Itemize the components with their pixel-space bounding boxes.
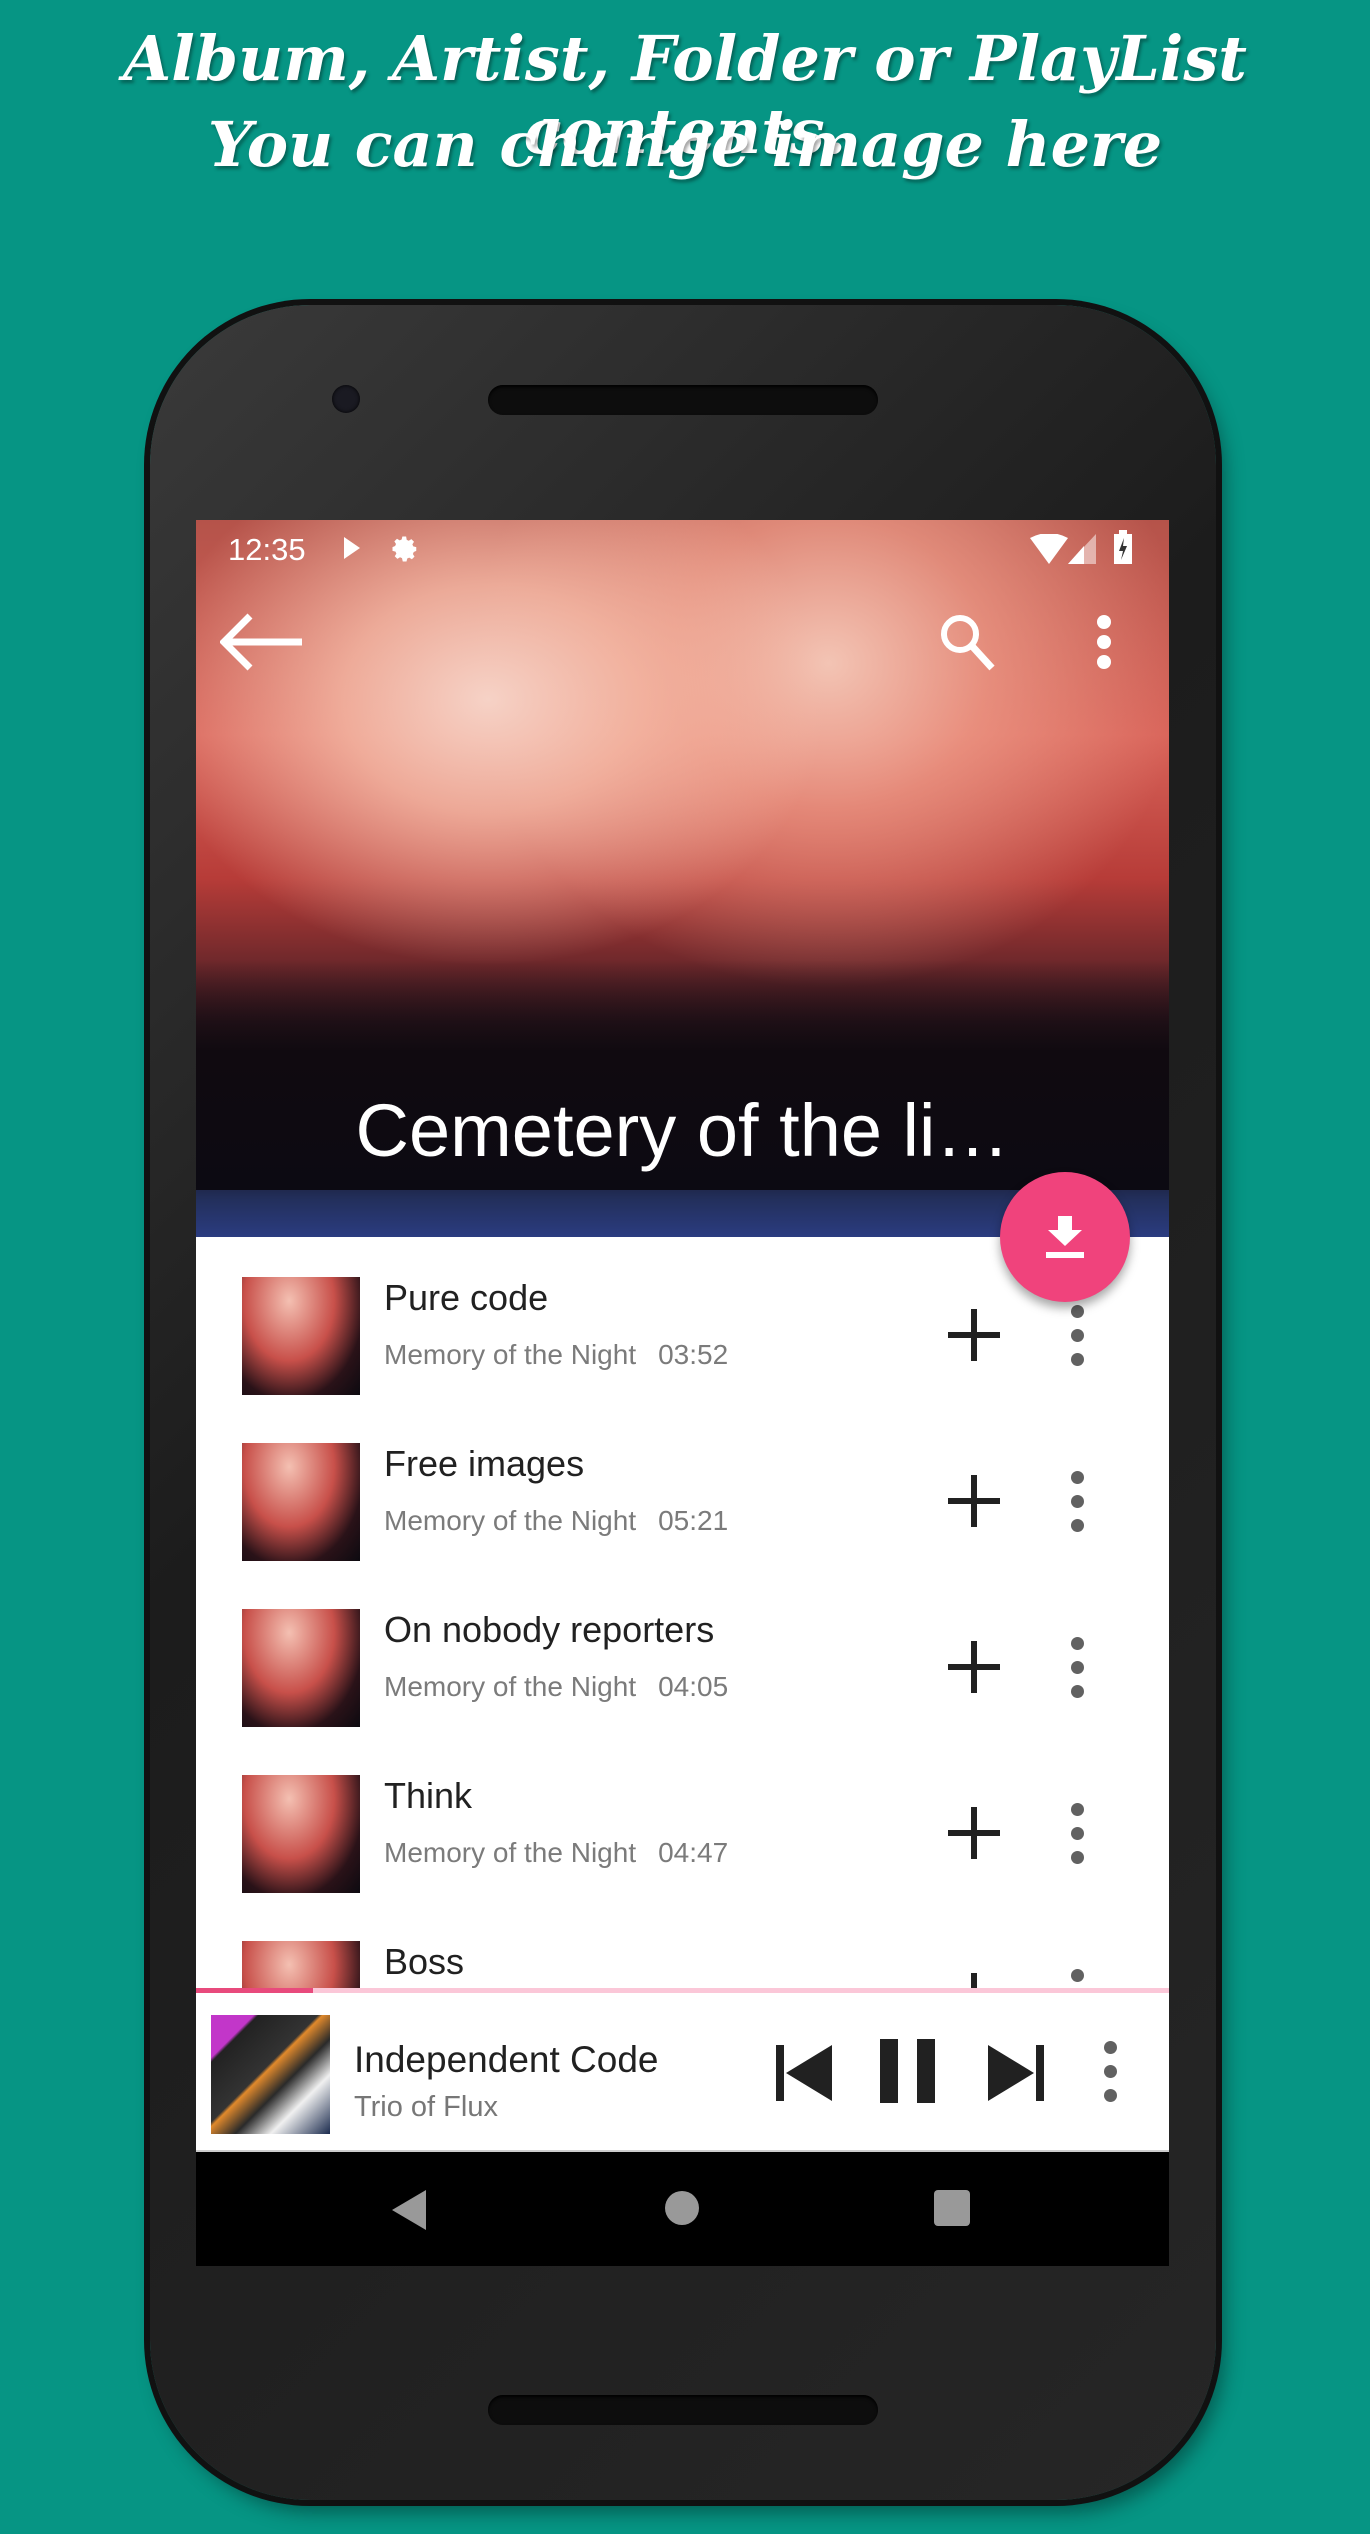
screen: 12:35 Cemetery of the li… Pure code Memo…	[196, 520, 1169, 2266]
track-row[interactable]: Think Memory of the Night 04:47	[196, 1755, 1169, 1921]
track-title: Think	[384, 1775, 473, 1816]
play-icon	[344, 537, 360, 559]
status-time: 12:35	[228, 532, 306, 567]
more-vert-icon[interactable]	[1104, 2041, 1118, 2103]
track-thumbnail	[242, 1609, 360, 1727]
gear-icon	[392, 536, 417, 562]
back-arrow-icon[interactable]	[220, 612, 304, 672]
track-duration: 03:52	[658, 1339, 729, 1370]
nav-back-icon[interactable]	[392, 2190, 428, 2230]
track-title: Boss	[384, 1941, 465, 1982]
download-button[interactable]	[1000, 1172, 1130, 1302]
battery-charging-icon	[1114, 530, 1132, 564]
add-icon[interactable]	[948, 1641, 1000, 1693]
more-vert-icon[interactable]	[1071, 1305, 1085, 1367]
track-subtitle: Memory of the Night 04:47	[384, 1837, 728, 1869]
more-vert-icon[interactable]	[1071, 1803, 1085, 1865]
track-artist: Memory of the Night	[384, 1837, 637, 1868]
nav-home-icon[interactable]	[664, 2190, 700, 2226]
add-icon[interactable]	[948, 1475, 1000, 1527]
add-icon[interactable]	[948, 1807, 1000, 1859]
mini-player[interactable]: Independent Code Trio of Flux	[196, 1993, 1169, 2152]
more-vert-icon[interactable]	[1096, 614, 1112, 670]
status-bar: 12:35	[196, 520, 1169, 576]
skip-next-icon[interactable]	[988, 2045, 1044, 2101]
search-icon[interactable]	[938, 612, 998, 672]
skip-previous-icon[interactable]	[776, 2045, 832, 2101]
track-title: Pure code	[384, 1277, 549, 1318]
track-subtitle: Memory of the Night 03:52	[384, 1339, 728, 1371]
track-duration: 04:05	[658, 1671, 729, 1702]
download-icon	[1046, 1216, 1084, 1258]
pause-icon[interactable]	[880, 2039, 936, 2103]
track-duration: 05:21	[658, 1505, 729, 1536]
header-image[interactable]: 12:35 Cemetery of the li…	[196, 520, 1169, 1237]
add-icon[interactable]	[948, 1309, 1000, 1361]
track-subtitle: Memory of the Night 05:21	[384, 1505, 728, 1537]
track-row[interactable]: Free images Memory of the Night 05:21	[196, 1423, 1169, 1589]
track-thumbnail	[242, 1443, 360, 1561]
more-vert-icon[interactable]	[1071, 1471, 1085, 1533]
wifi-icon	[1030, 534, 1068, 564]
navigation-bar	[196, 2152, 1169, 2266]
signal-icon	[1068, 534, 1096, 564]
nav-recents-icon[interactable]	[934, 2190, 970, 2226]
track-subtitle: Memory of the Night 04:05	[384, 1671, 728, 1703]
track-thumbnail	[242, 1277, 360, 1395]
top-speaker	[488, 385, 878, 415]
front-camera	[332, 385, 360, 413]
track-artist: Memory of the Night	[384, 1671, 637, 1702]
now-playing-title: Independent Code	[354, 2039, 659, 2080]
now-playing-artwork	[211, 2015, 330, 2134]
track-artist: Memory of the Night	[384, 1505, 637, 1536]
now-playing-artist: Trio of Flux	[354, 2091, 498, 2123]
bottom-speaker	[488, 2395, 878, 2425]
track-row[interactable]: On nobody reporters Memory of the Night 0…	[196, 1589, 1169, 1755]
track-title: Free images	[384, 1443, 585, 1484]
track-artist: Memory of the Night	[384, 1339, 637, 1370]
page-title: Cemetery of the li…	[355, 1089, 1010, 1172]
track-thumbnail	[242, 1775, 360, 1893]
track-duration: 04:47	[658, 1837, 729, 1868]
promo-line-2: You can change image here	[207, 108, 1163, 181]
more-vert-icon[interactable]	[1071, 1637, 1085, 1699]
track-title: On nobody reporters	[384, 1609, 715, 1650]
